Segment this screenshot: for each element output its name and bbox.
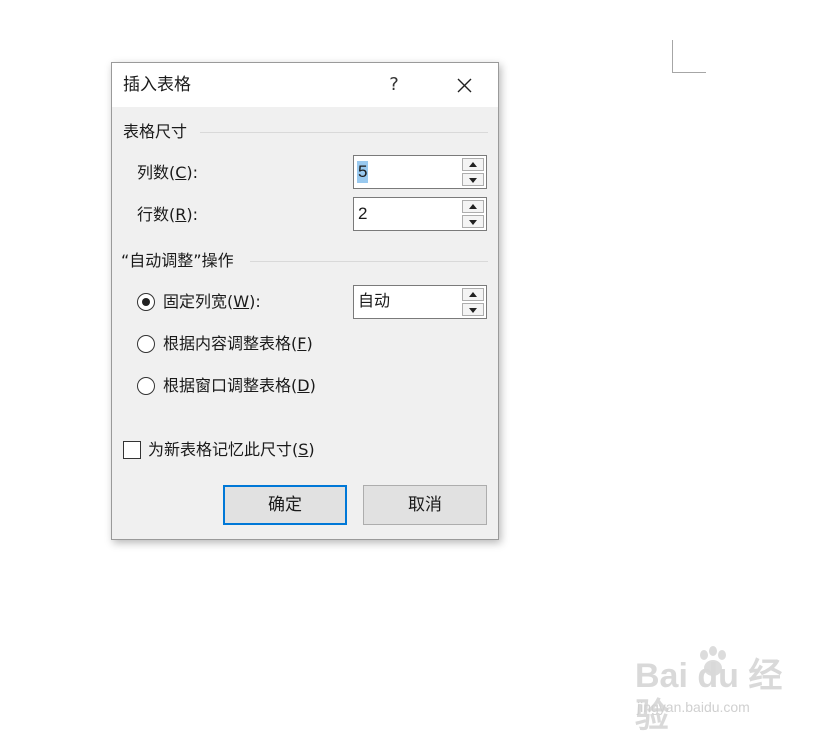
fixed-width-spinner[interactable]: 自动 [353, 285, 487, 319]
fit-contents-radio[interactable] [137, 335, 155, 353]
arrow-down-icon [469, 178, 477, 183]
fixed-width-label[interactable]: 固定列宽(W): [163, 291, 261, 313]
remember-dimensions-label[interactable]: 为新表格记忆此尺寸(S) [148, 439, 315, 461]
columns-decrement-button[interactable] [462, 173, 484, 186]
remember-dimensions-checkbox[interactable] [123, 441, 141, 459]
arrow-down-icon [469, 308, 477, 313]
close-icon [457, 78, 472, 93]
insert-table-dialog: 插入表格 ? 表格尺寸 列数(C): 5 行数(R): 2 “自动调整”操作 固… [111, 62, 499, 540]
watermark-url: jingyan.baidu.com [637, 699, 750, 715]
close-button[interactable] [442, 69, 486, 101]
ok-button[interactable]: 确定 [223, 485, 347, 525]
arrow-up-icon [469, 292, 477, 297]
baidu-jingyan-watermark: Bai du 经验 jingyan.baidu.com [635, 644, 795, 735]
page-corner-mark [672, 40, 706, 73]
rows-label: 行数(R): [137, 205, 199, 224]
dialog-titlebar: 插入表格 ? [112, 63, 498, 107]
arrow-down-icon [469, 220, 477, 225]
fit-contents-label[interactable]: 根据内容调整表格(F) [163, 333, 313, 355]
help-button[interactable]: ? [374, 69, 414, 101]
table-size-group-title: 表格尺寸 [123, 122, 188, 141]
group-divider [200, 132, 488, 133]
rows-decrement-button[interactable] [462, 215, 484, 228]
dialog-title: 插入表格 [123, 75, 191, 95]
rows-spinner[interactable]: 2 [353, 197, 487, 231]
fit-window-label[interactable]: 根据窗口调整表格(D) [163, 375, 316, 397]
fixed-width-decrement-button[interactable] [462, 303, 484, 316]
rows-increment-button[interactable] [462, 200, 484, 213]
columns-input[interactable]: 5 [357, 161, 369, 183]
group-divider [250, 261, 488, 262]
arrow-up-icon [469, 204, 477, 209]
fixed-width-increment-button[interactable] [462, 288, 484, 301]
watermark-logo: Bai du 经验 [635, 657, 783, 735]
fixed-width-input[interactable]: 自动 [357, 291, 391, 313]
columns-label: 列数(C): [137, 163, 199, 182]
fit-window-radio[interactable] [137, 377, 155, 395]
rows-input[interactable]: 2 [357, 203, 368, 225]
fixed-width-radio[interactable] [137, 293, 155, 311]
autofit-group-title: “自动调整”操作 [121, 251, 234, 270]
arrow-up-icon [469, 162, 477, 167]
cancel-button[interactable]: 取消 [363, 485, 487, 525]
columns-spinner[interactable]: 5 [353, 155, 487, 189]
columns-increment-button[interactable] [462, 158, 484, 171]
radio-selected-dot [142, 298, 150, 306]
